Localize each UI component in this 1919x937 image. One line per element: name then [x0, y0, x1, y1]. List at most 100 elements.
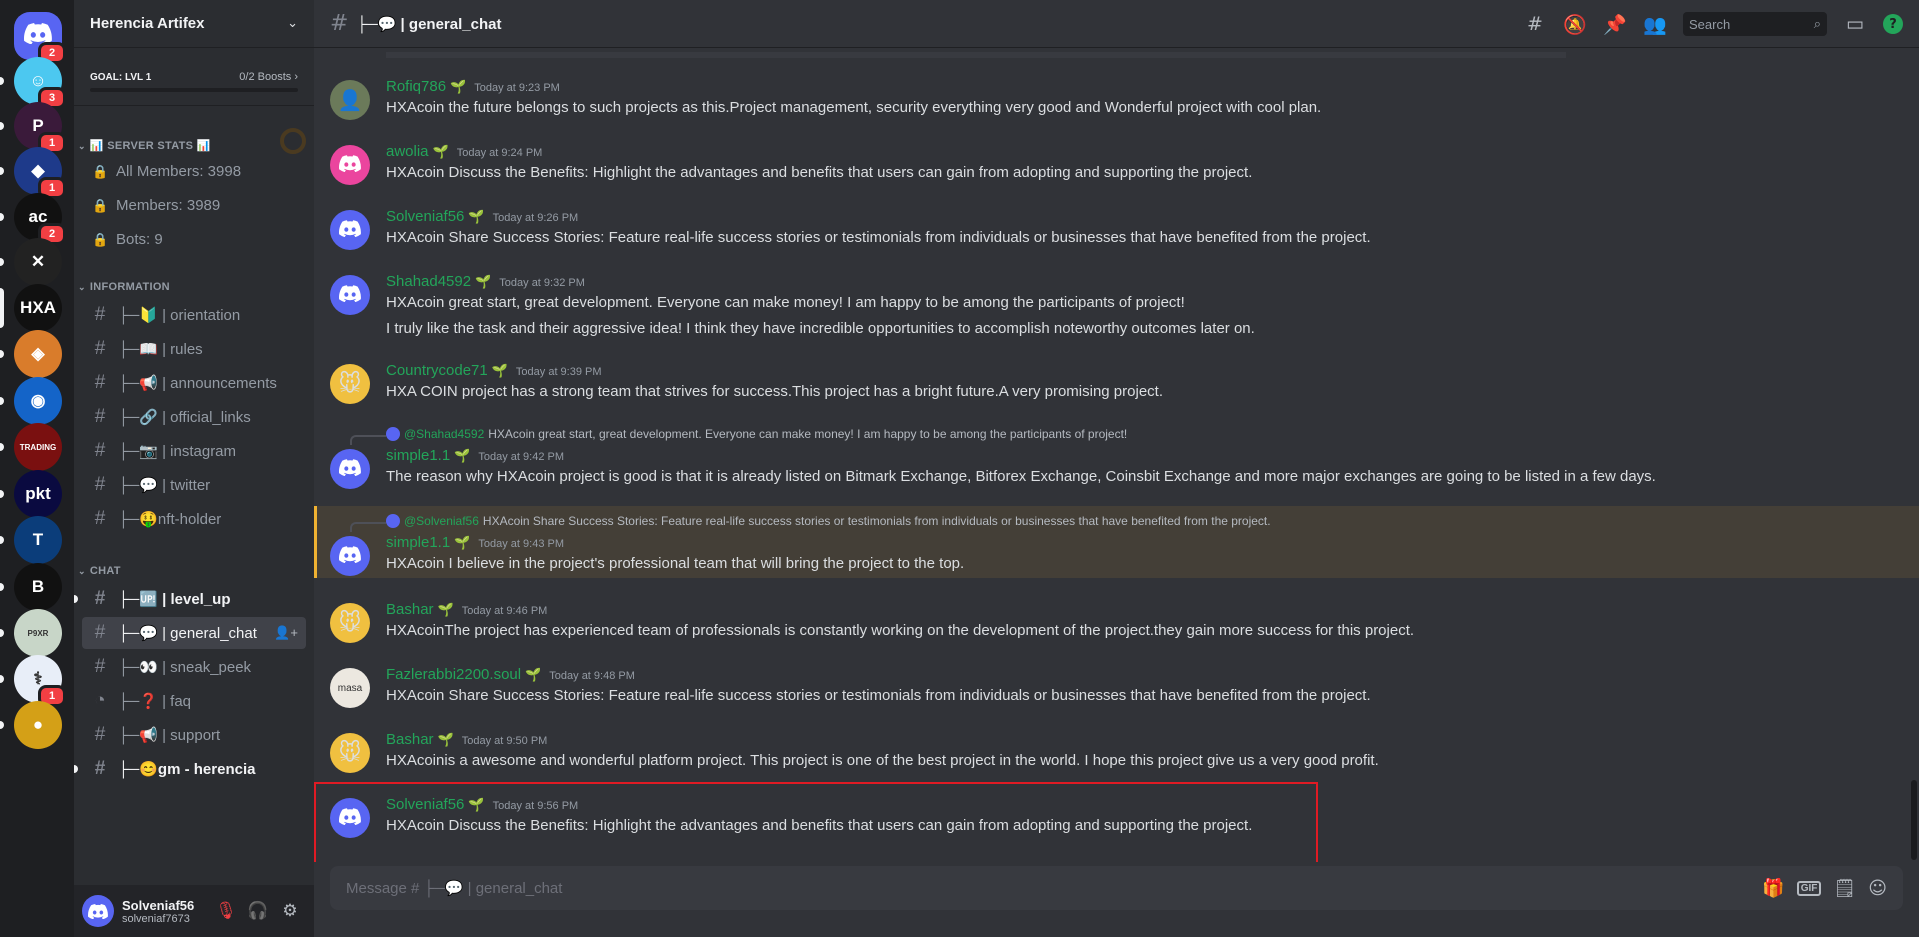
avatar[interactable]: 👤: [330, 80, 370, 120]
unread-indicator: [0, 443, 4, 451]
server-icon[interactable]: 2: [14, 12, 66, 64]
reply-username: @Shahad4592: [404, 427, 485, 441]
server-header[interactable]: Herencia Artifex ⌄: [74, 0, 314, 48]
channel-item[interactable]: # ├─🆙 | level_up: [74, 583, 306, 615]
channel-item[interactable]: # ├─👀 | sneak_peek: [82, 651, 306, 683]
sprout-role-icon: 🌱: [432, 144, 449, 159]
username[interactable]: Solveniaf56: [386, 208, 464, 225]
avatar[interactable]: [82, 895, 114, 927]
message-input[interactable]: Message # ├─💬 | general_chat: [346, 879, 1750, 897]
channel-item[interactable]: # ├─💬 | general_chat 👤+: [82, 617, 306, 649]
channel-item[interactable]: # ├─🤑nft-holder: [82, 503, 306, 535]
avatar[interactable]: [330, 145, 370, 185]
unread-indicator: [0, 721, 4, 729]
username[interactable]: simple1.1: [386, 447, 450, 464]
server-icon[interactable]: P1: [14, 102, 66, 154]
server-icon[interactable]: ☺ 3: [14, 57, 66, 109]
unread-indicator: [0, 675, 4, 683]
channel-item[interactable]: # ├─🔰 | orientation: [82, 299, 306, 331]
gear-icon[interactable]: ⚙: [274, 901, 306, 921]
search-input[interactable]: Search ⌕: [1683, 12, 1827, 36]
username[interactable]: simple1.1: [386, 534, 450, 551]
username[interactable]: Bashar: [386, 601, 434, 618]
server-icon[interactable]: ac 2: [14, 193, 66, 245]
timestamp: Today at 9:26 PM: [492, 212, 579, 224]
category-header[interactable]: ⌄ CHAT: [78, 565, 121, 577]
channel-label: ├─🔰 | orientation: [118, 307, 241, 324]
message-text: HXAcoinThe project has experienced team …: [386, 622, 1415, 639]
invite-member-icon[interactable]: 👤+: [274, 625, 298, 641]
chevron-down-icon[interactable]: ⌄: [287, 16, 298, 31]
server-icon[interactable]: HXA: [14, 284, 62, 332]
message-text: I truly like the task and their aggressi…: [386, 320, 1255, 337]
character-avatar-icon: 🐭: [338, 371, 362, 397]
gif-button[interactable]: GIF: [1796, 880, 1822, 896]
channel-item[interactable]: # ├─📷 | instagram: [82, 435, 306, 467]
channel-label: ├─🆙 | level_up: [118, 591, 231, 608]
server-icon[interactable]: ◈: [14, 330, 62, 378]
channel-item[interactable]: # ├─😊gm - herencia: [74, 753, 306, 785]
channel-label: ├─😊gm - herencia: [118, 761, 256, 778]
server-icon-label: B: [31, 577, 45, 596]
channel-label: ├─📷 | instagram: [118, 443, 237, 460]
gift-icon[interactable]: 🎁: [1762, 878, 1784, 899]
server-name: Herencia Artifex: [90, 15, 205, 32]
user-info[interactable]: Solveniaf56 solveniaf7673: [122, 898, 210, 925]
server-icon-label: ●: [32, 715, 44, 734]
server-icon[interactable]: ◉: [14, 377, 62, 425]
unread-indicator: [0, 258, 4, 266]
channel-item[interactable]: # ├─💬 | twitter: [82, 469, 306, 501]
sticker-icon[interactable]: 🗒: [1833, 878, 1856, 899]
emoji-icon[interactable]: ☺: [1868, 878, 1887, 899]
username[interactable]: Rofiq786: [386, 78, 446, 95]
server-icon[interactable]: ●: [14, 701, 62, 749]
avatar[interactable]: 🐭: [330, 733, 370, 773]
username[interactable]: awolia: [386, 143, 429, 160]
server-icon[interactable]: ✕: [14, 238, 62, 286]
channel-item[interactable]: ◔ ├─❓ | faq: [82, 685, 306, 717]
stat-channel[interactable]: 🔒 All Members: 3998: [92, 163, 241, 180]
category-header[interactable]: ⌄ 📊 SERVER STATS 📊: [78, 139, 211, 152]
channel-item[interactable]: # ├─🔗 | official_links: [82, 401, 306, 433]
headphones-icon[interactable]: 🎧: [242, 901, 274, 921]
reply-preview[interactable]: @Solveniaf56 HXAcoin Share Success Storie…: [386, 514, 1271, 528]
avatar[interactable]: [330, 275, 370, 315]
scrollbar[interactable]: [1911, 780, 1917, 860]
channel-item[interactable]: # ├─📖 | rules: [82, 333, 306, 365]
avatar[interactable]: 🐭: [330, 603, 370, 643]
server-icon[interactable]: pkt: [14, 470, 62, 518]
avatar[interactable]: [330, 449, 370, 489]
username[interactable]: Shahad4592: [386, 273, 471, 290]
category-header[interactable]: ⌄ INFORMATION: [78, 281, 170, 293]
mute-bell-icon[interactable]: 🔕: [1563, 13, 1587, 36]
message-composer[interactable]: Message # ├─💬 | general_chat 🎁 GIF 🗒 ☺: [330, 866, 1903, 910]
unread-indicator: [0, 629, 4, 637]
channel-item[interactable]: # ├─📢 | announcements: [82, 367, 306, 399]
avatar[interactable]: 🐭: [330, 364, 370, 404]
server-icon[interactable]: ⚕ 1: [14, 655, 66, 707]
username[interactable]: Fazlerabbi2200.soul: [386, 666, 521, 683]
server-icon[interactable]: P9XR: [14, 609, 62, 657]
avatar[interactable]: masa: [330, 668, 370, 708]
username[interactable]: Bashar: [386, 731, 434, 748]
server-icon[interactable]: T: [14, 516, 62, 564]
reply-preview[interactable]: @Shahad4592 HXAcoin great start, great de…: [386, 427, 1127, 441]
stat-channel[interactable]: 🔒 Members: 3989: [92, 197, 220, 214]
mute-mic-icon[interactable]: 🎙: [210, 901, 242, 921]
help-icon[interactable]: ?: [1883, 14, 1903, 34]
username[interactable]: Countrycode71: [386, 362, 488, 379]
pin-icon[interactable]: 📌: [1603, 13, 1627, 36]
threads-icon[interactable]: #: [1523, 13, 1547, 35]
avatar[interactable]: [330, 536, 370, 576]
user-name: Solveniaf56: [122, 897, 195, 913]
channel-item[interactable]: # ├─📢 | support: [82, 719, 306, 751]
server-icon[interactable]: TRADING: [14, 423, 62, 471]
inbox-icon[interactable]: ▭: [1843, 13, 1867, 35]
member-list-icon[interactable]: 👥: [1643, 13, 1667, 36]
avatar[interactable]: [330, 210, 370, 250]
stat-channel[interactable]: 🔒 Bots: 9: [92, 231, 163, 248]
boost-goal[interactable]: GOAL: LVL 1 0/2 Boosts ›: [74, 48, 314, 106]
unread-indicator: [0, 397, 4, 405]
server-icon[interactable]: ◆ 1: [14, 147, 66, 199]
server-icon[interactable]: B: [14, 563, 62, 611]
